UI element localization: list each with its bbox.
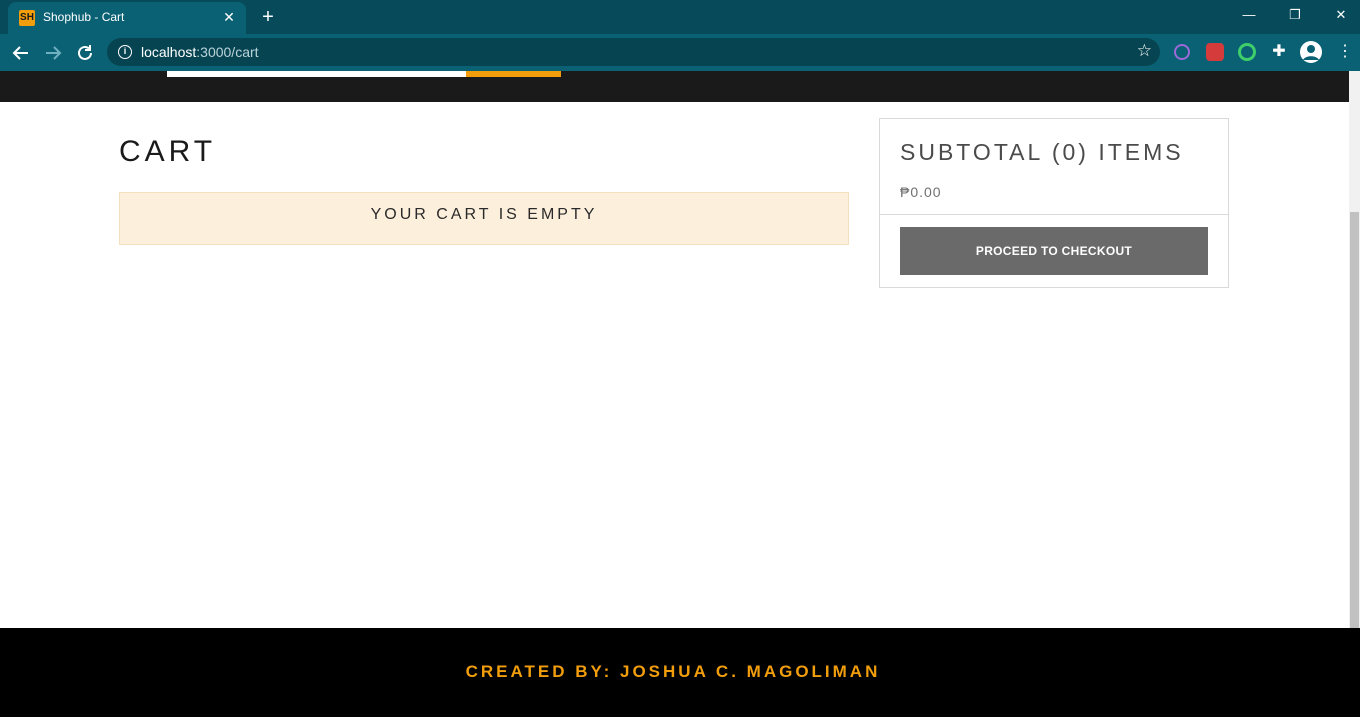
site-header — [0, 71, 1349, 102]
star-icon[interactable]: ☆ — [1137, 41, 1152, 61]
kebab-icon[interactable]: ⋮ — [1336, 43, 1354, 61]
url-text: localhost:3000/cart — [141, 44, 259, 60]
puzzle-icon[interactable]: ✚ — [1270, 43, 1288, 61]
info-icon[interactable]: i — [118, 45, 132, 59]
arrow-right-icon — [46, 46, 62, 60]
subtotal-price: ₱0.00 — [900, 184, 942, 200]
scrollbar[interactable] — [1349, 71, 1360, 628]
restore-button[interactable]: ❐ — [1272, 0, 1318, 30]
reload-icon — [78, 45, 92, 60]
scrollbar-thumb[interactable] — [1350, 212, 1359, 628]
close-tab-icon[interactable]: ✕ — [220, 8, 238, 26]
search-button[interactable] — [466, 71, 561, 77]
profile-icon — [1303, 45, 1319, 60]
browser-tab[interactable]: SH Shophub - Cart ✕ — [8, 2, 246, 34]
extension-icon[interactable] — [1238, 43, 1256, 61]
browser-tab-strip: SH Shophub - Cart ✕ + — ❐ ✕ — [0, 0, 1360, 34]
footer-credit: CREATED BY: JOSHUA C. MAGOLIMAN — [465, 662, 881, 681]
address-bar[interactable]: i localhost:3000/cart ☆ — [107, 38, 1160, 66]
subtotal-heading: SUBTOTAL (0) ITEMS — [900, 139, 1184, 165]
window-close-button[interactable]: ✕ — [1318, 0, 1360, 30]
url-path: :3000/cart — [196, 44, 259, 60]
order-summary: SUBTOTAL (0) ITEMS ₱0.00 PROCEED TO CHEC… — [879, 118, 1229, 288]
browser-toolbar: i localhost:3000/cart ☆ ✚ ⋮ — [0, 34, 1360, 71]
checkout-button[interactable]: PROCEED TO CHECKOUT — [900, 227, 1208, 275]
url-host: localhost — [141, 44, 197, 60]
search-input[interactable] — [167, 71, 466, 77]
reload-button[interactable] — [72, 40, 98, 66]
back-button[interactable] — [8, 40, 34, 66]
footer: CREATED BY: JOSHUA C. MAGOLIMAN — [0, 628, 1360, 717]
extension-icon[interactable] — [1174, 44, 1190, 60]
minimize-button[interactable]: — — [1226, 0, 1272, 30]
page-title: CART — [119, 135, 217, 168]
divider — [880, 214, 1228, 215]
avatar-icon[interactable] — [1300, 41, 1322, 63]
favicon-icon: SH — [19, 10, 35, 26]
arrow-left-icon — [12, 46, 28, 60]
forward-button[interactable] — [40, 40, 66, 66]
tab-title: Shophub - Cart — [43, 10, 125, 24]
extension-icon[interactable] — [1206, 43, 1224, 61]
new-tab-button[interactable]: + — [256, 5, 280, 29]
empty-cart-alert: YOUR CART IS EMPTY — [119, 192, 849, 245]
